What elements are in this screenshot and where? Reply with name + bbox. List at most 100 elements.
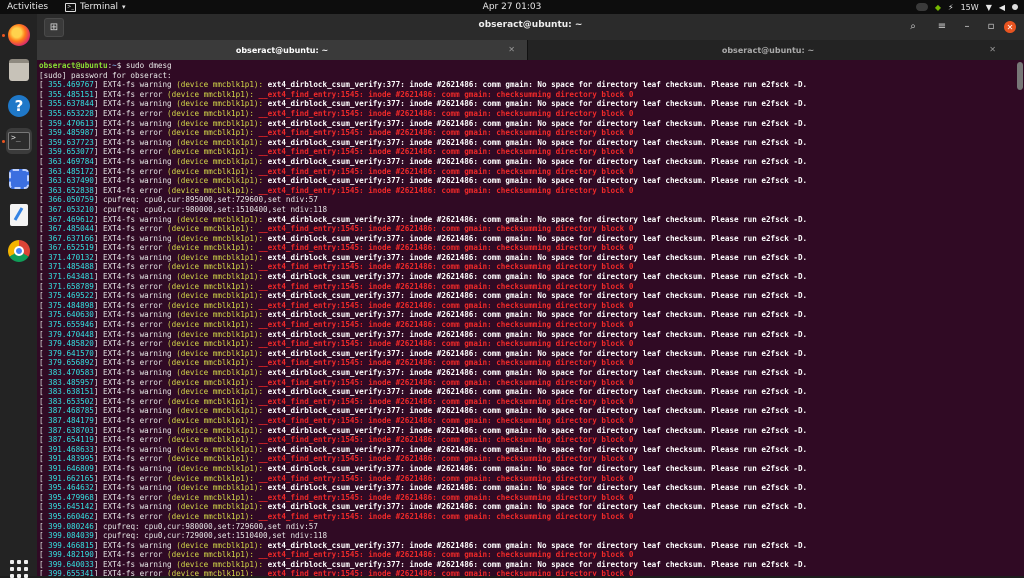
log-error-message: __ext4_find_entry:1545: inode #2621486: … [258,108,634,118]
system-tray[interactable]: ◆ ⚡ 15W ▼ ◀ [915,0,1018,14]
log-line: [ 371.470132] EXT4-fs warning (device mm… [39,252,808,262]
log-timestamp: 395.464632 [48,483,94,493]
log-warning-message: ext4_dirblock_csum_verify:377: inode #26… [267,137,808,147]
log-timestamp: 395.479968 [48,492,94,502]
log-line: [ 399.466815] EXT4-fs warning (device mm… [39,540,808,550]
search-button[interactable]: ⌕ [904,18,922,35]
log-device: (device mmcblk1p1): [167,300,254,310]
power-indicator[interactable]: 15W [961,3,979,12]
sudo-prompt: [sudo] password for obseract: [39,70,172,80]
tab-close-icon[interactable]: ✕ [989,45,996,54]
log-device: (device mmcblk1p1): [167,262,254,272]
minimize-button[interactable]: – [958,18,976,35]
terminal-icon: >_ [8,132,30,150]
log-device: (device mmcblk1p1): [167,415,254,425]
log-timestamp: 371.470132 [48,252,94,262]
dock-text-editor[interactable] [6,202,32,228]
scrollbar[interactable] [1017,62,1023,574]
tab-2[interactable]: obseract@ubuntu: ~ ✕ [527,40,1008,60]
tab-1[interactable]: obseract@ubuntu: ~ ✕ [37,40,527,60]
dock-files[interactable] [6,57,32,83]
log-device: (device mmcblk1p1): [167,377,254,387]
prompt-user: obseract@ubuntu [39,61,108,70]
maximize-button[interactable]: ▫ [982,18,1000,35]
log-line: [ 363.485172] EXT4-fs error (device mmcb… [39,166,634,176]
log-warning-message: ext4_dirblock_csum_verify:377: inode #26… [267,214,808,224]
log-device: (device mmcblk1p1): [176,137,264,147]
log-device: (device mmcblk1p1): [176,80,264,90]
log-timestamp: 375.640630 [48,310,94,320]
log-line: [ 359.470613] EXT4-fs warning (device mm… [39,118,808,128]
dock-help[interactable]: ? [6,93,32,119]
log-warning-message: ext4_dirblock_csum_verify:377: inode #26… [267,463,808,473]
dock-terminal[interactable]: >_ [6,128,32,154]
command-text: sudo dmesg [125,61,172,70]
dock-chromium[interactable] [6,238,32,264]
activities-button[interactable]: Activities [0,2,57,12]
log-line: [ 383.653502] EXT4-fs error (device mmcb… [39,396,634,406]
log-warning-message: ext4_dirblock_csum_verify:377: inode #26… [267,233,808,243]
log-timestamp: 399.080246 [48,521,94,531]
log-timestamp: 391.662165 [48,473,94,483]
log-error-message: __ext4_find_entry:1545: inode #2621486: … [258,128,634,138]
log-line: [ 375.640630] EXT4-fs warning (device mm… [39,310,808,320]
power-icon[interactable] [1012,4,1018,10]
log-error-message: __ext4_find_entry:1545: inode #2621486: … [258,166,634,176]
log-warning-message: ext4_dirblock_csum_verify:377: inode #26… [267,387,808,397]
log-error-message: __ext4_find_entry:1545: inode #2621486: … [258,320,634,330]
log-line: [ 387.484179] EXT4-fs error (device mmcb… [39,415,634,425]
log-timestamp: 359.637723 [48,137,94,147]
log-device: (device mmcblk1p1): [176,387,264,397]
log-device: (device mmcblk1p1): [167,396,254,406]
log-line: [ 387.654119] EXT4-fs error (device mmcb… [39,435,634,445]
log-timestamp: 367.637166 [48,233,94,243]
log-line: [ 367.053210] cpufreq: cpu0,cur:980000,s… [39,204,328,214]
log-line: [ 395.645142] EXT4-fs warning (device mm… [39,502,808,512]
clock[interactable]: Apr 27 01:03 [483,2,542,12]
scrollbar-thumb[interactable] [1017,62,1023,90]
log-error-message: __ext4_find_entry:1545: inode #2621486: … [258,415,634,425]
show-applications-icon[interactable] [10,560,28,578]
log-device: (device mmcblk1p1): [176,156,264,166]
log-device: (device mmcblk1p1): [176,118,264,128]
log-line: [ 379.641570] EXT4-fs warning (device mm… [39,348,808,358]
volume-icon[interactable]: ◀ [999,3,1005,12]
log-timestamp: 387.484179 [48,415,94,425]
log-device: (device mmcblk1p1): [167,320,254,330]
log-line: [ 367.469612] EXT4-fs warning (device mm… [39,214,808,224]
log-warning-message: ext4_dirblock_csum_verify:377: inode #26… [267,444,808,454]
log-timestamp: 395.660462 [48,511,94,521]
log-warning-message: ext4_dirblock_csum_verify:377: inode #26… [267,272,808,282]
log-line: [ 375.484898] EXT4-fs error (device mmcb… [39,300,634,310]
dock-firefox[interactable] [6,22,32,48]
dock-screenshot[interactable] [6,166,32,192]
chromium-icon [8,240,30,262]
log-device: (device mmcblk1p1): [167,550,254,560]
log-timestamp: 387.654119 [48,435,94,445]
log-timestamp: 375.484898 [48,300,94,310]
log-line: [ 367.637166] EXT4-fs warning (device mm… [39,233,808,243]
log-error-message: __ext4_find_entry:1545: inode #2621486: … [258,281,634,291]
tab-close-icon[interactable]: ✕ [508,45,515,54]
log-device: (device mmcblk1p1): [176,444,264,454]
app-menu[interactable]: >_ Terminal ▾ [65,2,126,12]
menu-button[interactable]: ≡ [933,18,951,35]
log-timestamp: 367.652519 [48,243,94,253]
log-device: (device mmcblk1p1): [176,252,264,262]
log-line: [ 399.640033] EXT4-fs warning (device mm… [39,559,808,569]
window-title: obseract@ubuntu: ~ [478,20,583,30]
terminal-headerbar: ⊞ obseract@ubuntu: ~ ⌕ ≡ – ▫ ✕ [37,14,1024,40]
terminal-output[interactable]: obseract@ubuntu:~$ sudo dmesg [sudo] pas… [37,60,1024,576]
tab-label: obseract@ubuntu: ~ [721,45,815,55]
log-timestamp: 359.653077 [48,147,94,157]
log-line: [ 387.638703] EXT4-fs warning (device mm… [39,425,808,435]
network-icon[interactable]: ▼ [986,3,992,12]
log-device: (device mmcblk1p1): [176,214,264,224]
close-button[interactable]: ✕ [1004,21,1016,33]
log-timestamp: 359.470613 [48,118,94,128]
nvidia-icon[interactable]: ◆ [935,3,941,12]
input-indicator-icon[interactable] [915,3,928,11]
log-device: (device mmcblk1p1): [167,128,254,138]
terminal-small-icon: >_ [65,2,76,12]
tab-bar: obseract@ubuntu: ~ ✕ obseract@ubuntu: ~ … [37,40,1024,60]
